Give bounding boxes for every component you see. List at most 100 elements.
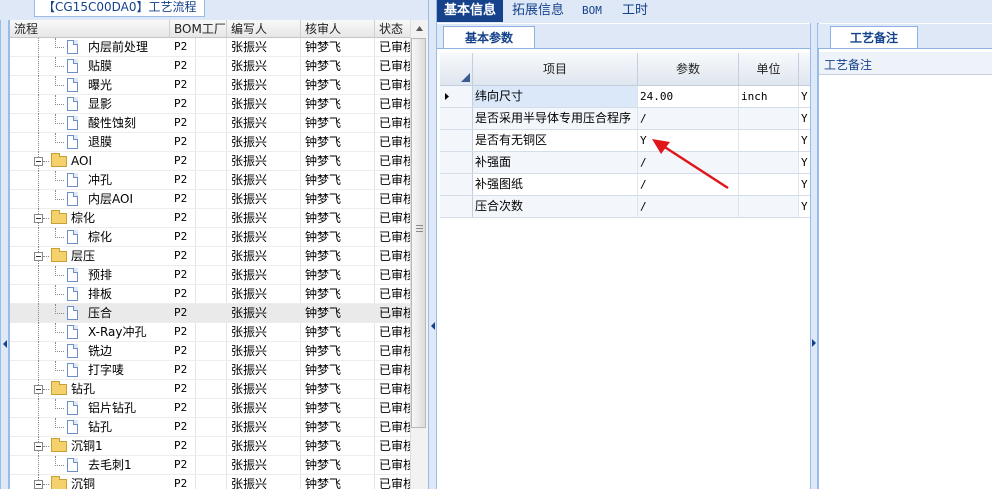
tree-node-row[interactable]: 酸性蚀刻 P2 张振兴 钟梦飞 已审核	[10, 114, 414, 133]
tree-node-label: 棕化	[71, 211, 96, 225]
status-cell: 已审核	[379, 420, 414, 434]
tree-node-row[interactable]: 冲孔 P2 张振兴 钟梦飞 已审核	[10, 171, 414, 190]
column-header-flow[interactable]: 流程	[10, 20, 170, 38]
row-indicator[interactable]	[440, 130, 473, 151]
tree-folder-row[interactable]: 钻孔 P2 张振兴 钟梦飞 已审核	[10, 380, 414, 399]
tree-node-row[interactable]: 打字唛 P2 张振兴 钟梦飞 已审核	[10, 361, 414, 380]
tree-node-row[interactable]: X-Ray冲孔 P2 张振兴 钟梦飞 已审核	[10, 323, 414, 342]
tab-extended-info[interactable]: 拓展信息	[505, 0, 571, 22]
mid-right-splitter[interactable]	[810, 23, 818, 489]
tab-basic-info[interactable]: 基本信息	[437, 0, 504, 22]
tab-process-notes[interactable]: 工艺备注	[830, 26, 918, 48]
writer-cell: 张振兴	[231, 420, 268, 434]
folder-icon	[51, 381, 67, 395]
param-row[interactable]: 纬向尺寸 24.00 inch Y	[440, 86, 810, 108]
writer-cell: 张振兴	[231, 230, 268, 244]
row-indicator[interactable]	[440, 86, 473, 107]
collapse-node-icon[interactable]	[34, 385, 43, 394]
collapse-node-icon[interactable]	[34, 480, 43, 489]
param-row[interactable]: 是否有无铜区 Y Y	[440, 130, 810, 152]
column-header-bom-factory[interactable]: BOM工厂	[170, 20, 227, 38]
row-indicator[interactable]	[440, 108, 473, 129]
writer-cell: 张振兴	[231, 325, 268, 339]
column-header-writer[interactable]: 编写人	[227, 20, 301, 38]
param-value-input[interactable]: /	[638, 108, 739, 129]
tree-node-row[interactable]: 铣边 P2 张振兴 钟梦飞 已审核	[10, 342, 414, 361]
param-value-input[interactable]: 24.00	[638, 86, 739, 107]
writer-cell: 张振兴	[231, 211, 268, 225]
tree-scrollbar-thumb[interactable]	[411, 38, 426, 428]
scroll-up-arrow-icon[interactable]	[411, 20, 428, 37]
bom-factory-cell: P2	[174, 192, 188, 205]
tab-basic-params[interactable]: 基本参数	[443, 26, 535, 48]
status-cell: 已审核	[379, 59, 414, 73]
column-header-extra	[799, 53, 810, 86]
param-name-cell: 压合次数	[473, 196, 638, 217]
param-row[interactable]: 补强面 / Y	[440, 152, 810, 174]
status-cell: 已审核	[379, 363, 414, 377]
params-grid: 项目 参数 单位 纬向尺寸 24.00 inch Y 是否采用半导体专用压合程序 / Y 是否…	[440, 53, 810, 218]
tree-node-row[interactable]: 铝片钻孔 P2 张振兴 钟梦飞 已审核	[10, 399, 414, 418]
process-flow-title[interactable]: 【CG15C00DA0】工艺流程	[34, 0, 206, 17]
left-mid-splitter[interactable]	[428, 0, 437, 489]
tree-folder-row[interactable]: 棕化 P2 张振兴 钟梦飞 已审核	[10, 209, 414, 228]
tree-node-row[interactable]: 压合 P2 张振兴 钟梦飞 已审核	[10, 304, 414, 323]
row-indicator[interactable]	[440, 152, 473, 173]
column-header-item[interactable]: 项目	[473, 53, 638, 86]
tree-node-row[interactable]: 贴膜 P2 张振兴 钟梦飞 已审核	[10, 57, 414, 76]
checker-cell: 钟梦飞	[305, 249, 342, 263]
collapse-left-arrow-icon[interactable]	[431, 322, 435, 330]
checker-cell: 钟梦飞	[305, 173, 342, 187]
collapse-right-arrow-icon[interactable]	[812, 339, 816, 347]
tab-bom[interactable]: BOM	[575, 0, 609, 22]
param-row[interactable]: 压合次数 / Y	[440, 196, 810, 218]
document-icon	[67, 135, 78, 149]
status-cell: 已审核	[379, 268, 414, 282]
param-row[interactable]: 补强图纸 / Y	[440, 174, 810, 196]
document-icon	[67, 116, 78, 130]
tree-node-row[interactable]: 钻孔 P2 张振兴 钟梦飞 已审核	[10, 418, 414, 437]
tree-node-label: 内层AOI	[88, 192, 133, 206]
column-header-param[interactable]: 参数	[638, 53, 739, 86]
tree-node-row[interactable]: 排板 P2 张振兴 钟梦飞 已审核	[10, 285, 414, 304]
column-header-unit[interactable]: 单位	[739, 53, 799, 86]
status-cell: 已审核	[379, 344, 414, 358]
column-header-checker[interactable]: 核审人	[301, 20, 375, 38]
bom-factory-cell: P2	[174, 287, 188, 300]
collapse-node-icon[interactable]	[34, 157, 43, 166]
param-extra-cell: Y	[801, 134, 808, 147]
current-row-arrow-icon	[445, 93, 449, 100]
collapse-node-icon[interactable]	[34, 442, 43, 451]
checker-cell: 钟梦飞	[305, 116, 342, 130]
tab-work-hours[interactable]: 工时	[615, 0, 655, 22]
tree-node-row[interactable]: 预排 P2 张振兴 钟梦飞 已审核	[10, 266, 414, 285]
param-extra-cell: Y	[801, 178, 808, 191]
document-icon	[67, 401, 78, 415]
left-edge-splitter[interactable]	[0, 20, 9, 489]
tree-node-row[interactable]: 棕化 P2 张振兴 钟梦飞 已审核	[10, 228, 414, 247]
tree-folder-row[interactable]: 沉铜 P2 张振兴 钟梦飞 已审核	[10, 475, 414, 489]
collapse-node-icon[interactable]	[34, 252, 43, 261]
param-row[interactable]: 是否采用半导体专用压合程序 / Y	[440, 108, 810, 130]
param-name-cell: 是否采用半导体专用压合程序	[473, 108, 638, 129]
checker-cell: 钟梦飞	[305, 211, 342, 225]
tree-node-row[interactable]: 退膜 P2 张振兴 钟梦飞 已审核	[10, 133, 414, 152]
row-indicator[interactable]	[440, 174, 473, 195]
tree-node-row[interactable]: 内层AOI P2 张振兴 钟梦飞 已审核	[10, 190, 414, 209]
param-name-cell: 补强图纸	[473, 174, 638, 195]
tree-node-row[interactable]: 去毛刺1 P2 张振兴 钟梦飞 已审核	[10, 456, 414, 475]
tree-node-row[interactable]: 显影 P2 张振兴 钟梦飞 已审核	[10, 95, 414, 114]
collapse-node-icon[interactable]	[34, 214, 43, 223]
tree-folder-row[interactable]: 沉铜1 P2 张振兴 钟梦飞 已审核	[10, 437, 414, 456]
column-header-status[interactable]: 状态	[375, 20, 411, 38]
writer-cell: 张振兴	[231, 458, 268, 472]
row-indicator[interactable]	[440, 196, 473, 217]
tree-node-row[interactable]: 内层前处理 P2 张振兴 钟梦飞 已审核	[10, 38, 414, 57]
folder-icon	[51, 476, 67, 489]
collapse-arrow-icon[interactable]	[3, 340, 7, 348]
tree-node-row[interactable]: 曝光 P2 张振兴 钟梦飞 已审核	[10, 76, 414, 95]
status-cell: 已审核	[379, 192, 414, 206]
tree-folder-row[interactable]: AOI P2 张振兴 钟梦飞 已审核	[10, 152, 414, 171]
param-name-cell: 补强面	[473, 152, 638, 173]
tree-folder-row[interactable]: 层压 P2 张振兴 钟梦飞 已审核	[10, 247, 414, 266]
